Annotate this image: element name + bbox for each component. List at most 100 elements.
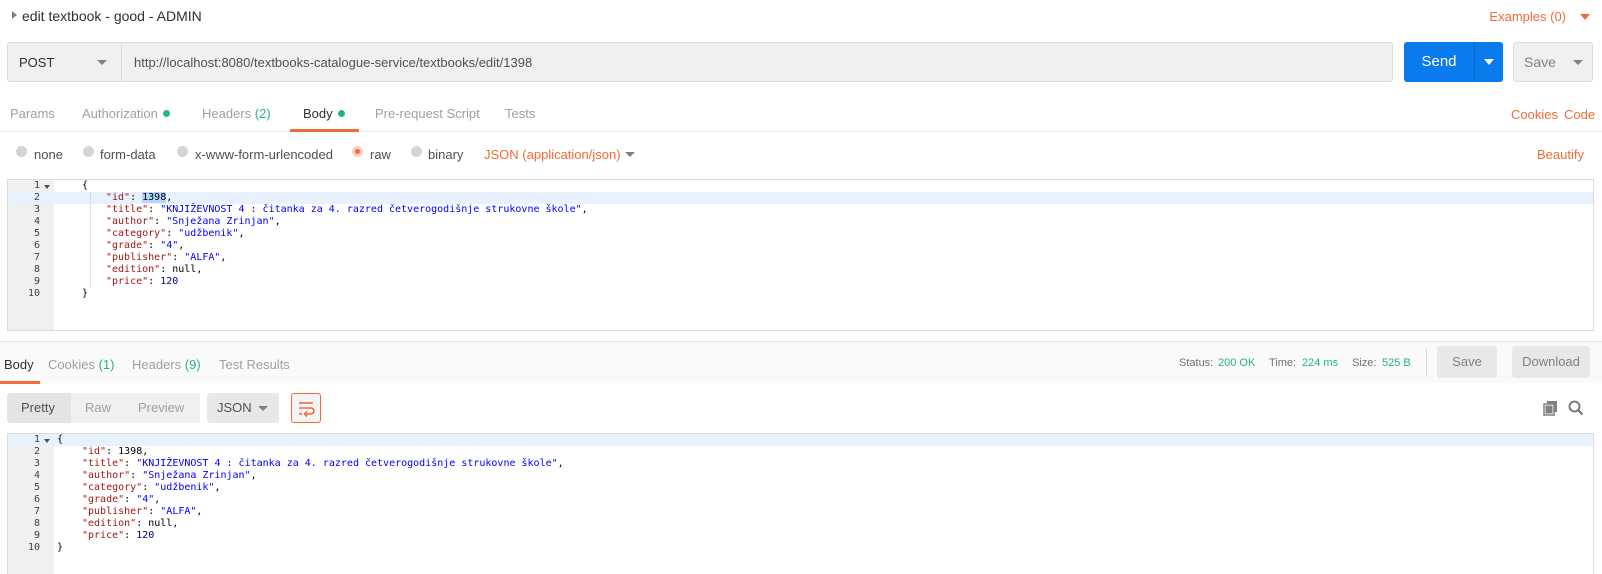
search-icon[interactable]: [1568, 400, 1584, 416]
code-line: }: [57, 542, 64, 553]
radio-raw-label[interactable]: raw: [370, 147, 391, 162]
chevron-down-icon[interactable]: [1580, 14, 1590, 20]
json-value: "ALFA": [160, 506, 197, 517]
copy-icon[interactable]: [1543, 400, 1559, 416]
code-line: }: [82, 288, 89, 299]
line-number: 7: [33, 252, 40, 263]
json-value: null: [148, 518, 173, 529]
url-input[interactable]: http://localhost:8080/textbooks-catalogu…: [122, 42, 1393, 82]
tab-test-results[interactable]: Test Results: [219, 357, 290, 372]
beautify-link[interactable]: Beautify: [1537, 147, 1584, 162]
json-value: 1398: [142, 192, 167, 203]
indent-guide: [90, 192, 91, 288]
cookies-count: (1): [98, 357, 115, 372]
code-line: {: [82, 180, 89, 191]
line-number: 1: [33, 434, 40, 445]
save-response-button[interactable]: Save: [1437, 346, 1497, 378]
method-select[interactable]: POST: [7, 42, 122, 82]
line-number: 8: [33, 264, 40, 275]
tab-tests[interactable]: Tests: [505, 106, 535, 121]
format-select[interactable]: JSON: [207, 393, 279, 423]
tab-response-cookies-label: Cookies: [48, 357, 95, 372]
code-line: "edition": null,: [106, 264, 203, 275]
view-raw[interactable]: Raw: [85, 400, 111, 415]
request-body-editor[interactable]: 1 2 3 4 5 6 7 8 9 10 { "id": 1398, "titl…: [7, 179, 1594, 331]
radio-none[interactable]: [16, 146, 27, 157]
cookies-link[interactable]: Cookies: [1511, 107, 1558, 122]
json-value: "4": [160, 240, 179, 251]
view-pretty[interactable]: Pretty: [21, 400, 55, 415]
code-link[interactable]: Code: [1564, 107, 1595, 122]
code-line: {: [57, 434, 64, 445]
tab-tests-label: Tests: [505, 106, 536, 121]
tab-response-cookies[interactable]: Cookies (1): [48, 357, 114, 372]
save-options-caret-icon[interactable]: [1573, 60, 1583, 65]
response-body-viewer[interactable]: 1 2 3 4 5 6 7 8 9 10 { "id": 1398, "titl…: [7, 433, 1594, 574]
status-dot-icon: [162, 110, 170, 117]
tab-params-label: Params: [10, 106, 55, 121]
json-value: "KNJIŽEVNOST 4 : čitanka za 4. razred če…: [160, 204, 582, 215]
examples-dropdown[interactable]: Examples (0): [1489, 9, 1566, 24]
line-number: 2: [33, 192, 40, 203]
chevron-down-icon[interactable]: [625, 152, 635, 157]
json-value: 1398: [118, 446, 143, 457]
wrap-lines-icon: [299, 402, 315, 418]
code-line: "category": "udžbenik",: [106, 228, 245, 239]
size-value[interactable]: 525 B: [1382, 357, 1411, 369]
tab-authorization[interactable]: Authorization: [82, 106, 170, 121]
time-label: Time:: [1269, 357, 1297, 369]
radio-none-label[interactable]: none: [34, 147, 63, 162]
code-line: "title": "KNJIŽEVNOST 4 : čitanka za 4. …: [106, 204, 588, 215]
wrap-lines-button[interactable]: [291, 393, 321, 423]
radio-form-data-label[interactable]: form-data: [100, 147, 156, 162]
size-label: Size:: [1352, 357, 1377, 369]
json-value: "udžbenik": [178, 228, 239, 239]
time-value[interactable]: 224 ms: [1302, 357, 1338, 369]
radio-urlencoded[interactable]: [177, 146, 188, 157]
url-value: http://localhost:8080/textbooks-catalogu…: [134, 55, 533, 70]
format-label: JSON: [217, 400, 252, 415]
active-line-highlight: [8, 192, 1593, 204]
tab-body[interactable]: Body: [303, 106, 345, 121]
radio-urlencoded-label[interactable]: x-www-form-urlencoded: [195, 147, 333, 162]
code-line: "id": 1398,: [106, 192, 173, 203]
expand-caret-icon[interactable]: [12, 11, 17, 19]
line-number: 3: [33, 204, 40, 215]
method-label: POST: [19, 55, 55, 70]
send-button[interactable]: Send: [1404, 42, 1503, 82]
line-number: 2: [33, 446, 40, 457]
tab-headers-label: Headers: [202, 106, 252, 121]
save-button[interactable]: Save: [1513, 42, 1593, 82]
line-number: 4: [33, 216, 40, 227]
view-preview[interactable]: Preview: [138, 400, 184, 415]
tab-response-body[interactable]: Body: [4, 357, 34, 372]
tab-params[interactable]: Params: [10, 106, 55, 121]
fold-icon[interactable]: [44, 185, 50, 189]
line-number: 10: [27, 288, 40, 299]
radio-form-data[interactable]: [83, 146, 94, 157]
tab-prerequest-script[interactable]: Pre-request Script: [375, 106, 480, 121]
radio-binary-label[interactable]: binary: [428, 147, 463, 162]
download-button[interactable]: Download: [1512, 346, 1590, 378]
line-number: 5: [33, 228, 40, 239]
tab-headers[interactable]: Headers (2): [202, 106, 271, 121]
radio-binary[interactable]: [411, 146, 422, 157]
line-number: 4: [33, 470, 40, 481]
code-line: "price": 120: [106, 276, 179, 287]
code-line: "author": "Snježana Zrinjan",: [106, 216, 281, 227]
line-number: 5: [33, 482, 40, 493]
send-options-caret-icon[interactable]: [1484, 59, 1494, 65]
active-tab-indicator: [290, 129, 359, 132]
tab-response-headers[interactable]: Headers (9): [132, 357, 201, 372]
tab-response-headers-label: Headers: [132, 357, 182, 372]
fold-icon[interactable]: [44, 439, 50, 443]
status-value[interactable]: 200 OK: [1218, 357, 1255, 369]
response-view-switcher: Pretty Raw Preview: [7, 393, 200, 423]
chevron-down-icon: [258, 406, 268, 411]
json-value: null: [172, 264, 197, 275]
request-name[interactable]: edit textbook - good - ADMIN: [22, 8, 202, 24]
tab-authorization-label: Authorization: [82, 106, 158, 121]
radio-raw[interactable]: [352, 146, 363, 157]
active-line-highlight: [8, 434, 1593, 446]
content-type-dropdown[interactable]: JSON (application/json): [484, 147, 621, 162]
